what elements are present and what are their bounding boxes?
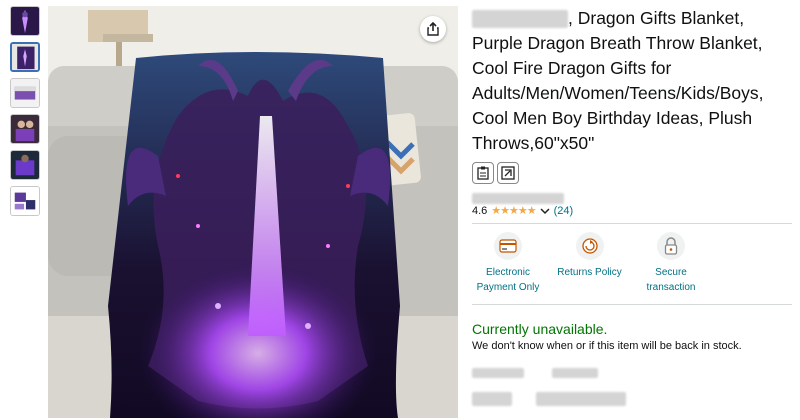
thumbnail-5[interactable] [10, 150, 40, 180]
clipboard-icon[interactable] [472, 162, 494, 184]
divider [472, 223, 792, 224]
badge-returns-policy[interactable]: Returns Policy [554, 232, 626, 295]
redacted-label-3 [472, 391, 512, 406]
divider [472, 304, 792, 305]
card-icon [494, 232, 522, 260]
badge-secure-transaction[interactable]: Secure transaction [635, 232, 707, 295]
badge-electronic-payment[interactable]: Electronic Payment Only [472, 232, 544, 295]
compare-icon[interactable] [497, 162, 519, 184]
title-action-icons [472, 162, 792, 184]
badge-returns-policy-label: Returns Policy [557, 267, 622, 278]
redacted-bottom-row [472, 390, 792, 408]
share-icon [427, 22, 439, 36]
redacted-store-link[interactable] [472, 190, 792, 205]
redacted-label-4 [536, 391, 627, 406]
badge-secure-transaction-label: Secure transaction [646, 267, 696, 293]
product-info: , Dragon Gifts Blanket, Purple Dragon Br… [472, 6, 792, 408]
redacted-info-row [472, 368, 792, 378]
share-button[interactable] [420, 16, 446, 42]
trust-badges: Electronic Payment Only Returns Policy S… [472, 232, 707, 295]
main-product-image[interactable] [48, 6, 458, 418]
rating-stars: ★★★★★ [491, 205, 536, 217]
redacted-brand [472, 10, 568, 29]
redacted-label-1 [472, 368, 524, 378]
redacted-label-2 [552, 368, 598, 378]
thumbnail-list [10, 6, 44, 222]
availability-note: We don't know when or if this item will … [472, 340, 742, 352]
redacted-store-name [472, 193, 564, 205]
product-title: , Dragon Gifts Blanket, Purple Dragon Br… [472, 6, 792, 156]
product-title-text: , Dragon Gifts Blanket, Purple Dragon Br… [472, 8, 764, 153]
thumbnail-2-selected[interactable] [10, 42, 40, 72]
rating-count-link[interactable]: (24) [554, 205, 574, 217]
thumbnail-4[interactable] [10, 114, 40, 144]
return-icon [575, 232, 604, 260]
lock-icon [657, 232, 685, 260]
blanket-dragon-image [48, 6, 458, 418]
rating-summary[interactable]: 4.6 ★★★★★ (24) [472, 204, 792, 218]
availability-status: Currently unavailable. [472, 321, 608, 337]
chevron-down-icon[interactable] [540, 207, 550, 215]
badge-electronic-payment-label: Electronic Payment Only [476, 267, 540, 293]
thumbnail-1[interactable] [10, 6, 40, 36]
thumbnail-6[interactable] [10, 186, 40, 216]
thumbnail-3[interactable] [10, 78, 40, 108]
rating-value: 4.6 [472, 204, 488, 217]
